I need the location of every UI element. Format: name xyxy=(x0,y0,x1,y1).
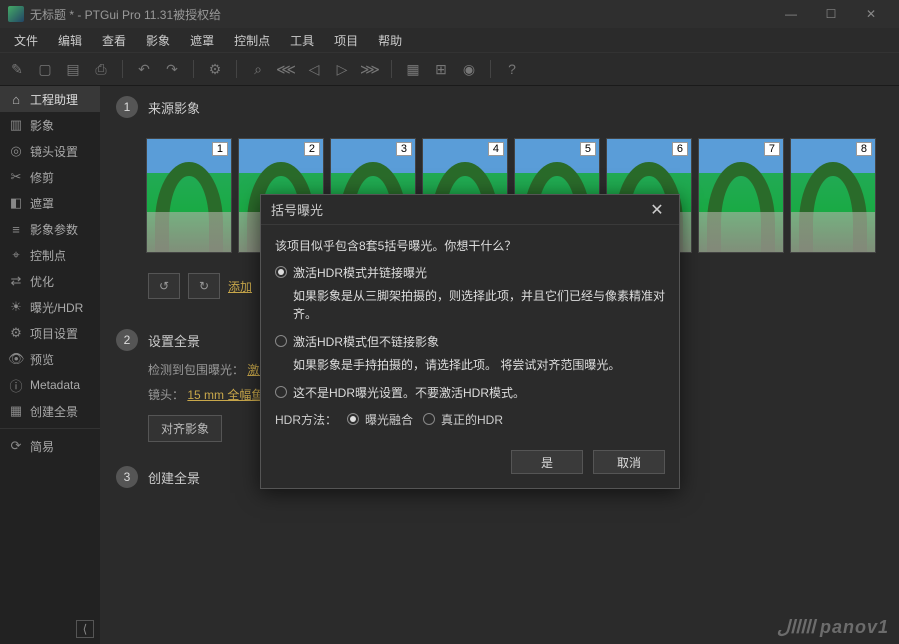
thumbnail-number: 5 xyxy=(580,142,596,156)
radio-option-2[interactable]: 激活HDR模式但不链接影象 xyxy=(275,333,665,350)
radio-label: 激活HDR模式但不链接影象 xyxy=(293,333,439,350)
thumbnail-number: 8 xyxy=(856,142,872,156)
hdr-method-fusion[interactable]: 曝光融合 xyxy=(347,411,413,428)
radio-option-1[interactable]: 激活HDR模式并链接曝光 xyxy=(275,264,665,281)
dialog-body: 该项目似乎包含8套5括号曝光。你想干什么？ 激活HDR模式并链接曝光 如果影象是… xyxy=(261,225,679,440)
bracket-exposure-dialog: 括号曝光 ✕ 该项目似乎包含8套5括号曝光。你想干什么？ 激活HDR模式并链接曝… xyxy=(260,194,680,489)
radio-label: 真正的HDR xyxy=(441,411,503,428)
cancel-button[interactable]: 取消 xyxy=(593,450,665,474)
yes-button[interactable]: 是 xyxy=(511,450,583,474)
radio-option-3[interactable]: 这不是HDR曝光设置。不要激活HDR模式。 xyxy=(275,384,665,401)
thumbnail-number: 3 xyxy=(396,142,412,156)
thumbnail-number: 1 xyxy=(212,142,228,156)
dialog-backdrop: 括号曝光 ✕ 该项目似乎包含8套5括号曝光。你想干什么？ 激活HDR模式并链接曝… xyxy=(0,0,899,644)
watermark-name: panov1 xyxy=(820,617,889,637)
radio-icon xyxy=(275,386,287,398)
thumbnail-number: 2 xyxy=(304,142,320,156)
radio-label: 激活HDR模式并链接曝光 xyxy=(293,264,427,281)
watermark-logo: ااااال xyxy=(777,617,815,637)
hdr-method-true[interactable]: 真正的HDR xyxy=(423,411,503,428)
dialog-buttons: 是 取消 xyxy=(261,440,679,488)
hdr-method-row: HDR方法： 曝光融合 真正的HDR xyxy=(275,411,665,428)
dialog-titlebar: 括号曝光 ✕ xyxy=(261,195,679,225)
option-1-description: 如果影象是从三脚架拍摄的，则选择此项，并且它们已经与像素精准对齐。 xyxy=(293,287,665,323)
radio-icon xyxy=(275,335,287,347)
thumbnail-number: 4 xyxy=(488,142,504,156)
hdr-method-label: HDR方法： xyxy=(275,411,337,428)
radio-icon xyxy=(347,413,359,425)
radio-label: 曝光融合 xyxy=(365,411,413,428)
thumbnail-number: 7 xyxy=(764,142,780,156)
radio-label: 这不是HDR曝光设置。不要激活HDR模式。 xyxy=(293,384,525,401)
thumbnail-number: 6 xyxy=(672,142,688,156)
dialog-title: 括号曝光 xyxy=(271,200,645,219)
watermark: ااااال panov1 xyxy=(777,617,889,638)
dialog-close-button[interactable]: ✕ xyxy=(645,198,669,222)
radio-icon xyxy=(275,266,287,278)
radio-icon xyxy=(423,413,435,425)
dialog-message: 该项目似乎包含8套5括号曝光。你想干什么？ xyxy=(275,237,665,254)
option-2-description: 如果影象是手持拍摄的，请选择此项。 将尝试对齐范围曝光。 xyxy=(293,356,665,374)
